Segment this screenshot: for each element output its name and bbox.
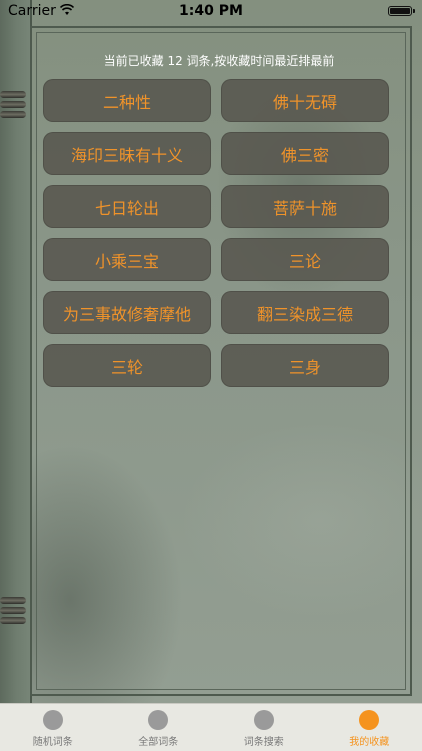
tab-label: 词条搜索	[244, 733, 284, 748]
term-button[interactable]: 佛三密	[221, 132, 389, 175]
term-button[interactable]: 佛十无碍	[221, 79, 389, 122]
tab-random[interactable]: 随机词条	[0, 704, 106, 751]
tab-bar: 随机词条 全部词条 词条搜索 我的收藏	[0, 703, 422, 751]
battery-icon	[388, 6, 412, 16]
term-button[interactable]: 为三事故修奢摩他	[43, 291, 211, 334]
favorites-summary: 当前已收藏 12 词条,按收藏时间最近排最前	[44, 52, 394, 69]
tab-label: 随机词条	[33, 733, 73, 748]
term-button[interactable]: 海印三昧有十义	[43, 132, 211, 175]
status-bar: Carrier 1:40 PM	[0, 0, 422, 22]
tab-favorites[interactable]: 我的收藏	[317, 704, 422, 751]
tab-label: 我的收藏	[349, 733, 389, 748]
tab-all-terms[interactable]: 全部词条	[106, 704, 212, 751]
term-button[interactable]: 三身	[221, 344, 389, 387]
term-button[interactable]: 二种性	[43, 79, 211, 122]
list-icon	[148, 710, 168, 730]
random-icon	[43, 710, 63, 730]
term-button[interactable]: 小乘三宝	[43, 238, 211, 281]
term-button[interactable]: 七日轮出	[43, 185, 211, 228]
favorite-icon	[359, 710, 379, 730]
term-button[interactable]: 菩萨十施	[221, 185, 389, 228]
binding-rings-bottom	[0, 594, 26, 638]
search-icon	[254, 710, 274, 730]
term-button[interactable]: 翻三染成三德	[221, 291, 389, 334]
status-time: 1:40 PM	[0, 3, 422, 19]
favorites-grid: 二种性 佛十无碍 海印三昧有十义 佛三密 七日轮出 菩萨十施 小乘三宝 三论 为…	[43, 79, 390, 387]
term-button[interactable]: 三轮	[43, 344, 211, 387]
binding-rings-top	[0, 88, 26, 132]
tab-label: 全部词条	[138, 733, 178, 748]
tab-search[interactable]: 词条搜索	[211, 704, 317, 751]
term-button[interactable]: 三论	[221, 238, 389, 281]
